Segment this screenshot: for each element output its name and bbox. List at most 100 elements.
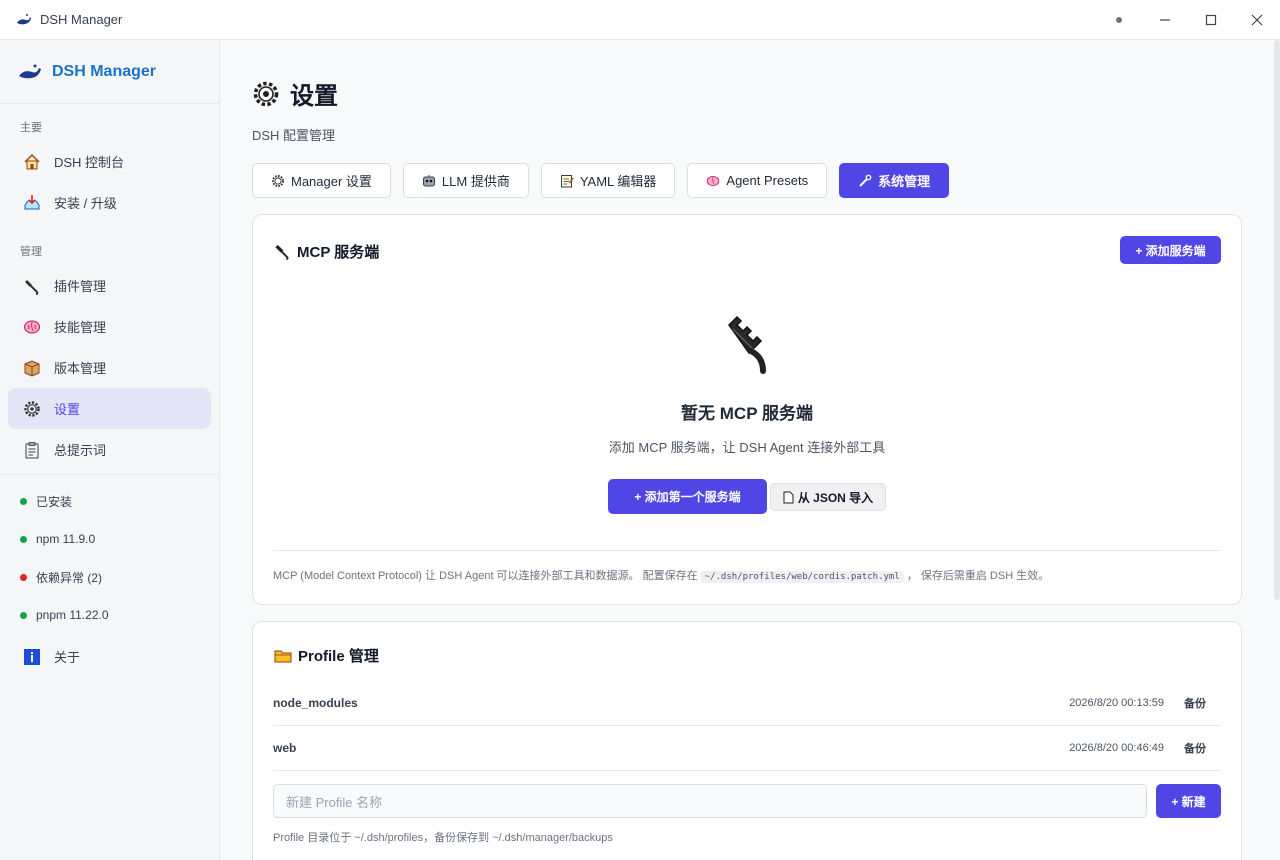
gear-icon (253, 81, 279, 106)
new-profile-button[interactable]: + 新建 (1156, 784, 1221, 818)
close-button[interactable] (1234, 0, 1280, 40)
card-title-text: MCP 服务端 (297, 244, 380, 261)
brand[interactable]: DSH Manager (0, 40, 219, 104)
clipboard-icon (22, 440, 42, 460)
memo-icon (560, 174, 574, 188)
status-dot (20, 497, 27, 505)
profile-hint: Profile 目录位于 ~/.dsh/profiles，备份保存到 ~/.ds… (273, 832, 613, 844)
empty-title: 暂无 MCP 服务端 (681, 404, 813, 423)
plug-icon (274, 243, 291, 260)
profile-time: 2026/8/20 00:13:59 (1069, 697, 1164, 709)
status-installed: 已安装 (0, 482, 219, 520)
inbox-tray-icon (22, 193, 42, 213)
window-title: DSH Manager (40, 12, 123, 27)
status-dot (20, 573, 27, 581)
profile-time: 2026/8/20 00:46:49 (1069, 742, 1164, 754)
brain-icon (22, 317, 42, 337)
sidebar: DSH Manager 主要 DSH 控制台 安装 / 升级 管理 插件管理 技… (0, 40, 220, 860)
tab-llm-providers[interactable]: LLM 提供商 (402, 163, 529, 198)
tab-system-management[interactable]: 系统管理 (839, 163, 950, 198)
tab-label: LLM 提供商 (441, 174, 510, 189)
new-profile-input[interactable]: 新建 Profile 名称 (273, 784, 1147, 818)
page-title-text: 设置 (290, 83, 338, 110)
tab-manager-settings[interactable]: Manager 设置 (252, 163, 391, 198)
dot-icon (1116, 17, 1122, 23)
close-icon (1251, 14, 1263, 26)
backup-button[interactable]: 备份 (1184, 740, 1209, 756)
sidebar-item-install[interactable]: 安装 / 升级 (8, 182, 211, 223)
status-label: 已安装 (36, 494, 73, 509)
card-title-text: Profile 管理 (298, 648, 379, 665)
whale-logo-icon (17, 13, 31, 24)
tab-agent-presets[interactable]: Agent Presets (687, 163, 828, 198)
maximize-icon (1205, 14, 1217, 26)
gear-icon (271, 174, 285, 188)
sidebar-item-skills[interactable]: 技能管理 (8, 306, 211, 347)
gear-icon (22, 399, 42, 419)
tab-label: 系统管理 (878, 174, 931, 189)
sidebar-item-label: 技能管理 (54, 320, 107, 335)
mcp-empty-state: 暂无 MCP 服务端 添加 MCP 服务端，让 DSH Agent 连接外部工具 (253, 315, 1241, 456)
house-icon (22, 152, 42, 172)
maximize-button[interactable] (1188, 0, 1234, 40)
sidebar-item-prompts[interactable]: 总提示词 (8, 429, 211, 470)
tab-yaml-editor[interactable]: YAML 编辑器 (540, 163, 676, 198)
profile-card: Profile 管理 node_modules 2026/8/20 00:13:… (252, 621, 1242, 860)
sidebar-item-label: DSH 控制台 (54, 155, 125, 170)
mcp-card: MCP 服务端 + 添加服务端 暂无 MCP 服务端 添加 MCP 服务端，让 … (252, 214, 1242, 605)
sidebar-item-console[interactable]: DSH 控制台 (8, 141, 211, 182)
plug-icon (728, 315, 766, 374)
sidebar-item-settings[interactable]: 设置 (8, 388, 211, 429)
sidebar-item-label: 插件管理 (54, 279, 107, 294)
plug-icon (22, 276, 42, 296)
status-label: pnpm 11.22.0 (36, 608, 109, 622)
brand-name: DSH Manager (52, 62, 157, 80)
brain-icon (706, 174, 720, 188)
status-deps[interactable]: 依赖异常 (2) (0, 558, 219, 596)
footnote-text: MCP (Model Context Protocol) 让 DSH Agent… (273, 570, 698, 582)
backup-button[interactable]: 备份 (1184, 695, 1209, 711)
status-label: 依赖异常 (2) (36, 570, 103, 585)
status-npm: npm 11.9.0 (0, 520, 219, 558)
robot-icon (422, 174, 436, 188)
minimize-icon (1160, 19, 1170, 21)
sidebar-item-versions[interactable]: 版本管理 (8, 347, 211, 388)
minimize-button[interactable] (1142, 0, 1188, 40)
footnote-text: ， 保存后需重启 DSH 生效。 (906, 570, 1050, 582)
status-dot (20, 535, 27, 543)
page-subtitle: DSH 配置管理 (252, 128, 336, 143)
folder-icon (274, 648, 292, 664)
sidebar-item-label: 安装 / 升级 (54, 196, 117, 211)
sidebar-item-about[interactable]: 关于 (8, 636, 211, 677)
mcp-card-title: MCP 服务端 (274, 241, 379, 262)
profile-row: web 2026/8/20 00:46:49 备份 (273, 726, 1221, 771)
document-icon (783, 491, 794, 504)
section-label-main: 主要 (20, 122, 42, 134)
settings-tabs: Manager 设置 LLM 提供商 YAML 编辑器 Agent Preset… (252, 163, 961, 198)
profile-card-title: Profile 管理 (274, 645, 379, 666)
sidebar-item-label: 关于 (54, 650, 81, 665)
section-label-manage: 管理 (20, 246, 42, 258)
info-icon (22, 647, 42, 667)
import-json-button[interactable]: 从 JSON 导入 (770, 483, 886, 511)
status-label: npm 11.9.0 (36, 532, 96, 546)
pin-button[interactable] (1096, 0, 1142, 40)
package-icon (22, 358, 42, 378)
title-bar: DSH Manager (0, 0, 1280, 40)
tab-label: Manager 设置 (291, 174, 372, 189)
mcp-footnote: MCP (Model Context Protocol) 让 DSH Agent… (273, 550, 1221, 583)
scrollbar[interactable] (1274, 40, 1280, 600)
add-server-button[interactable]: + 添加服务端 (1120, 236, 1221, 264)
profile-name: node_modules (273, 696, 358, 710)
page-title: 设置 (252, 76, 338, 111)
status-pnpm: pnpm 11.22.0 (0, 596, 219, 634)
add-first-server-button[interactable]: + 添加第一个服务端 (608, 479, 767, 514)
profile-row: node_modules 2026/8/20 00:13:59 备份 (273, 681, 1221, 726)
tab-label: YAML 编辑器 (579, 174, 657, 189)
status-dot (20, 611, 27, 619)
sidebar-item-label: 版本管理 (54, 361, 107, 376)
sidebar-item-plugins[interactable]: 插件管理 (8, 265, 211, 306)
sidebar-item-label: 总提示词 (54, 443, 107, 458)
profile-name: web (273, 741, 297, 755)
whale-logo-icon (19, 64, 41, 78)
